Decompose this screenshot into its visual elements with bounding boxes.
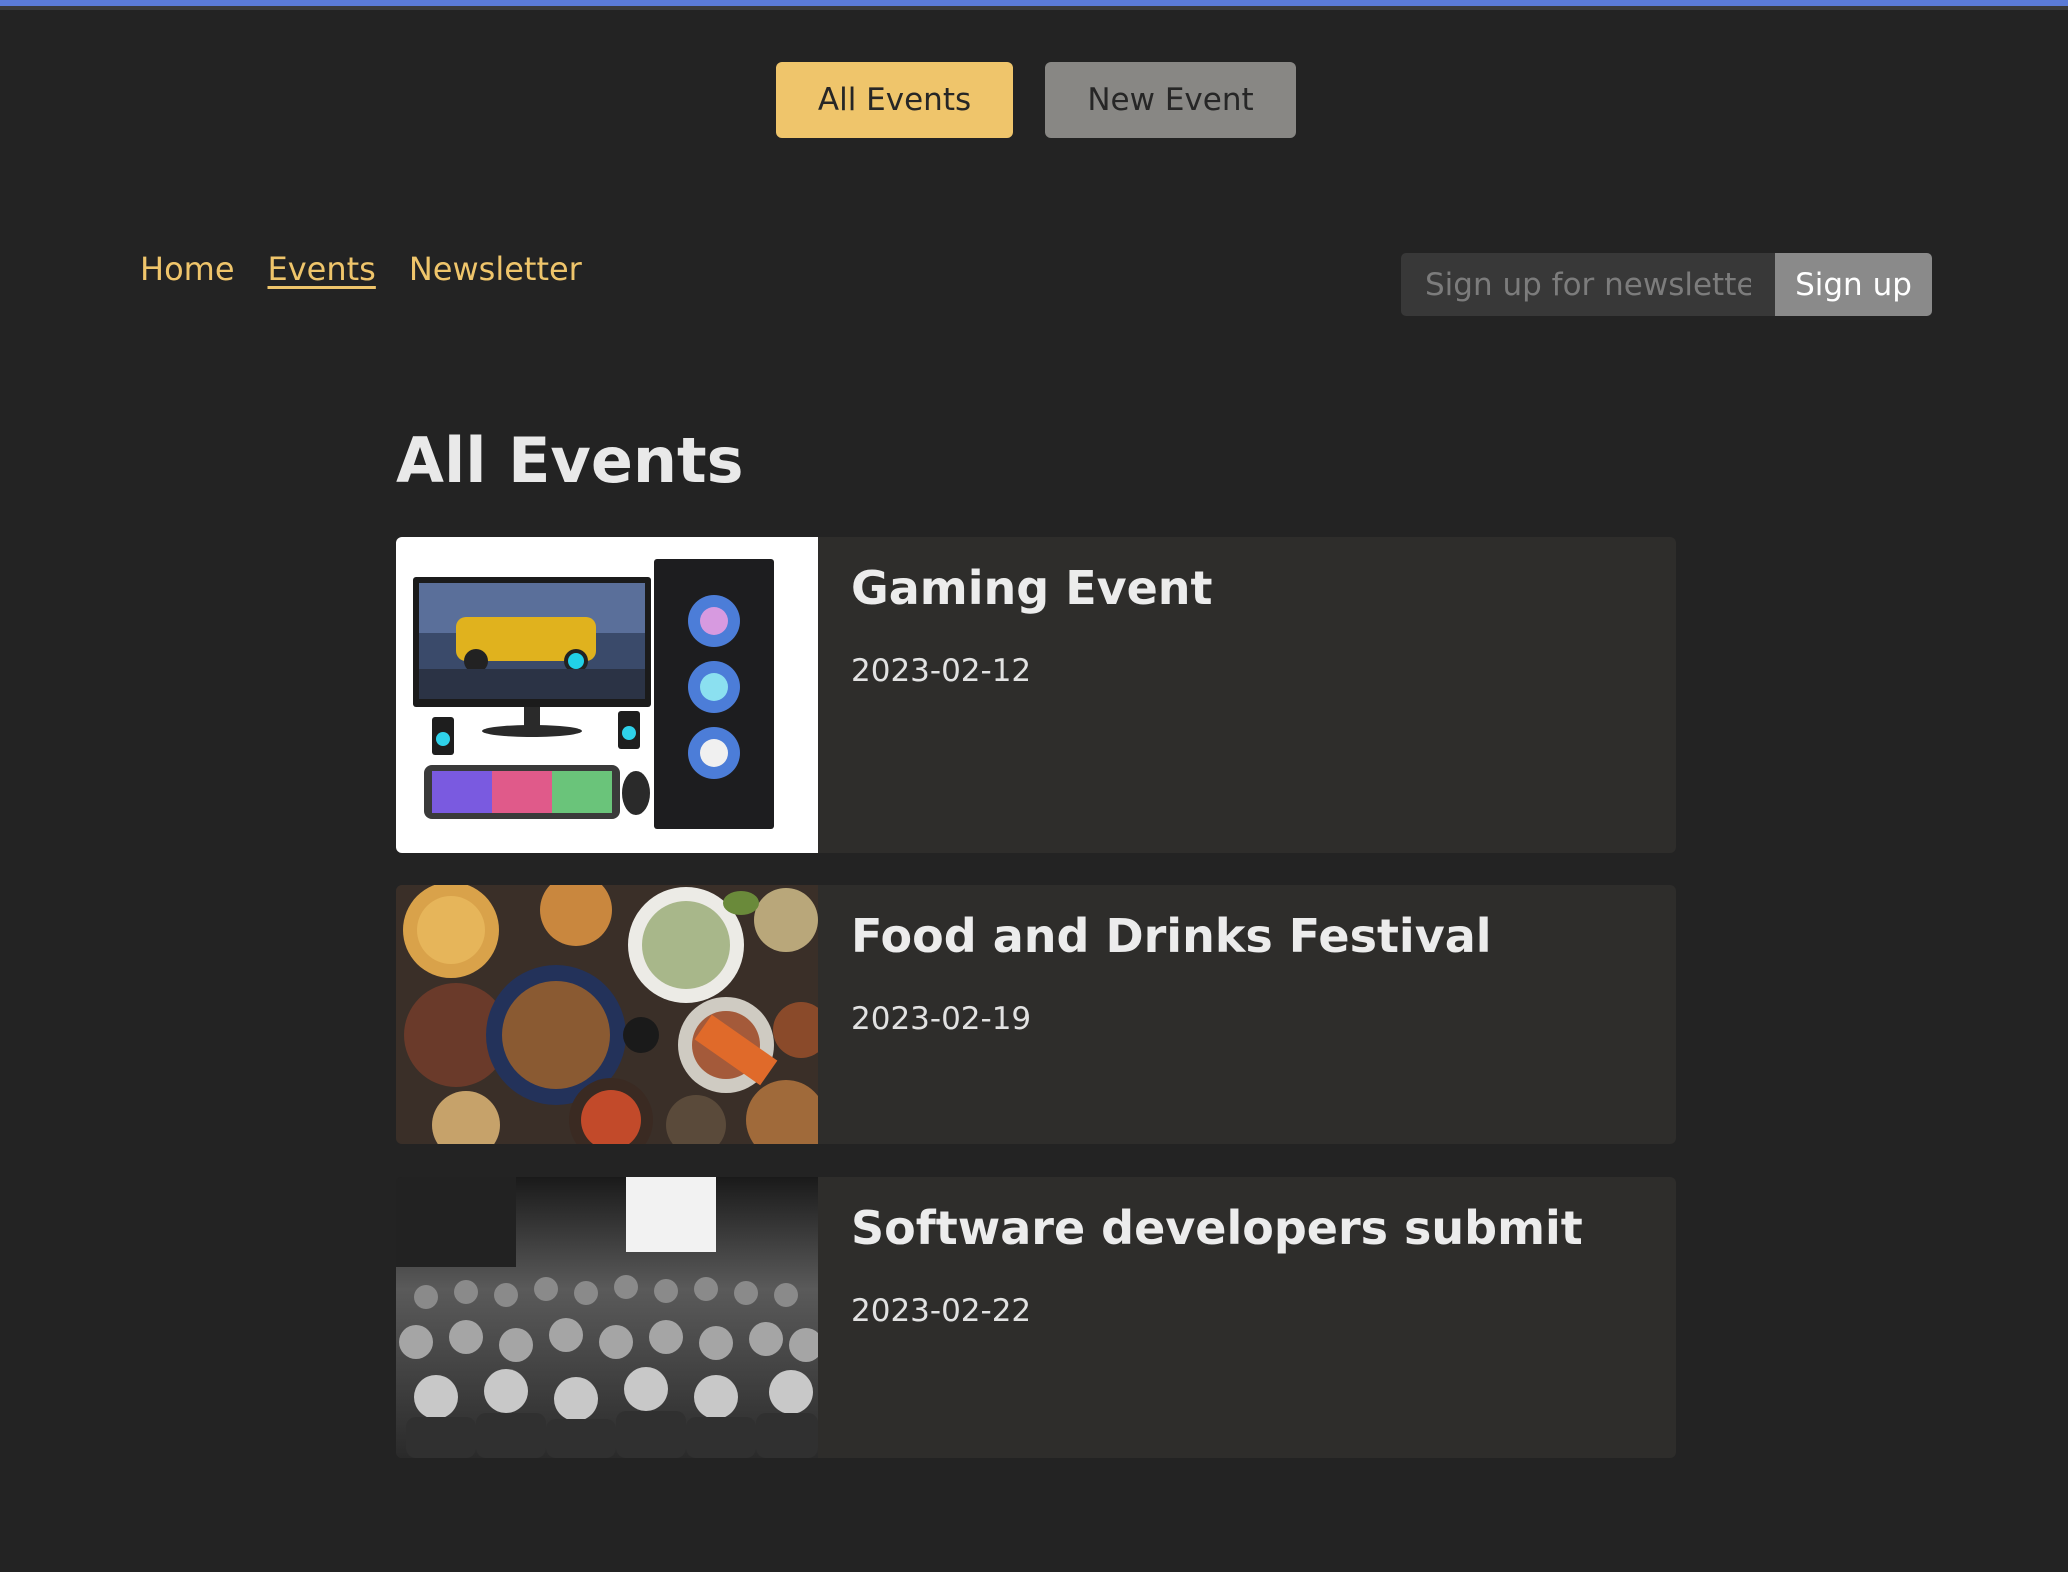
event-date: 2023-02-22	[851, 1293, 1032, 1329]
event-card[interactable]: Food and Drinks Festival 2023-02-19	[396, 885, 1676, 1144]
event-title: Gaming Event	[851, 561, 1213, 615]
event-card[interactable]: Gaming Event 2023-02-12	[396, 537, 1676, 853]
event-title: Food and Drinks Festival	[851, 909, 1492, 963]
sign-up-button[interactable]: Sign up	[1775, 253, 1932, 316]
event-card-body: Food and Drinks Festival 2023-02-19	[818, 885, 1492, 1144]
page-title: All Events	[396, 424, 744, 497]
event-card-body: Software developers submit 2023-02-22	[818, 1177, 1583, 1458]
newsletter-email-input[interactable]	[1401, 253, 1775, 316]
new-event-button[interactable]: New Event	[1045, 62, 1296, 138]
event-title: Software developers submit	[851, 1201, 1583, 1255]
main-nav: Home Events Newsletter	[140, 250, 582, 288]
gaming-pc-image	[396, 537, 818, 853]
event-date: 2023-02-12	[851, 653, 1032, 689]
nav-link-events[interactable]: Events	[268, 250, 376, 288]
food-spread-image	[396, 885, 818, 1144]
newsletter-form: Sign up	[1401, 253, 1932, 316]
conference-audience-image	[396, 1177, 818, 1458]
event-card[interactable]: Software developers submit 2023-02-22	[396, 1177, 1676, 1458]
all-events-button[interactable]: All Events	[776, 62, 1013, 138]
nav-link-home[interactable]: Home	[140, 250, 235, 288]
window-top-border	[0, 0, 2068, 10]
event-card-body: Gaming Event 2023-02-12	[818, 537, 1213, 853]
event-date: 2023-02-19	[851, 1001, 1032, 1037]
nav-link-newsletter[interactable]: Newsletter	[409, 250, 582, 288]
